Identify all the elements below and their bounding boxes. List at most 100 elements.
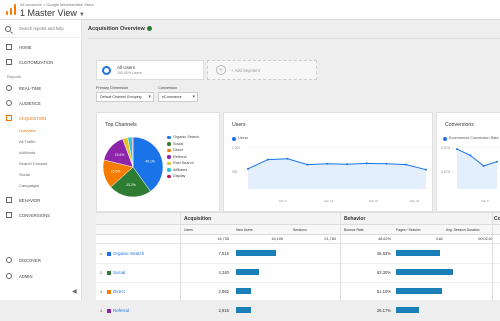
row-number: 1. xyxy=(100,252,103,256)
sidebar-item-label: CONVERSIONS xyxy=(19,213,50,218)
chevron-down-icon: ▼ xyxy=(78,12,85,18)
data-point[interactable] xyxy=(482,164,485,167)
chevron-down-icon: ▾ xyxy=(192,94,195,100)
analytics-logo-icon[interactable] xyxy=(6,4,16,15)
col-new-users[interactable]: New Users xyxy=(236,228,253,232)
data-point[interactable] xyxy=(425,168,427,171)
new-users-bar xyxy=(236,288,252,294)
chevron-down-icon: ▾ xyxy=(148,94,151,100)
conversions-series-label: Ecommerce Conversion Rate xyxy=(443,136,499,141)
users-card: Users Users 1,000 500 ... Mar 8 Mar 15 M… xyxy=(223,112,433,212)
person-icon xyxy=(6,100,12,106)
sidebar-item-audience[interactable]: AUDIENCE xyxy=(0,96,82,110)
col-users[interactable]: Users xyxy=(184,228,193,232)
sidebar-item-conversions[interactable]: CONVERSIONS xyxy=(0,208,82,222)
view-selector[interactable]: 1 Master View ▼ xyxy=(20,8,85,18)
collapse-sidebar-icon[interactable]: ◀ xyxy=(72,288,77,295)
bounce-bar xyxy=(396,307,420,313)
segment-all-users[interactable]: All Users 100.00% Users xyxy=(96,60,204,80)
primary-dimension-label: Primary Dimension xyxy=(96,86,129,90)
add-segment-button[interactable]: + + Add Segment xyxy=(207,60,317,80)
col-bounce-rate[interactable]: Bounce Rate xyxy=(344,228,364,232)
sidebar-item-acquisition[interactable]: ACQUISITION xyxy=(0,111,82,125)
users-card-title: Users xyxy=(232,122,246,128)
verified-check-icon xyxy=(146,26,152,31)
x-tick: Mar 22 xyxy=(369,199,379,203)
search-input[interactable]: Search reports and help xyxy=(19,26,64,31)
sidebar-item-behavior[interactable]: BEHAVIOR xyxy=(0,193,82,207)
data-point[interactable] xyxy=(496,160,498,163)
sidebar-search[interactable]: Search reports and help xyxy=(0,20,82,38)
sidebar-item-label: DISCOVER xyxy=(19,258,41,263)
row-color-swatch xyxy=(107,290,111,294)
conversions-card: Conversions Ecommerce Conversion Rate 0.… xyxy=(436,112,500,212)
series-dot-icon xyxy=(232,136,236,141)
row-color-swatch xyxy=(107,252,111,256)
behavior-group-header: Behavior xyxy=(344,216,366,222)
x-tick: Mar 8 xyxy=(481,199,489,203)
data-point[interactable] xyxy=(365,162,368,165)
sidebar-sub-campaigns[interactable]: Campaigns xyxy=(19,183,39,188)
sidebar-item-label: BEHAVIOR xyxy=(19,198,41,203)
row-channel-link[interactable]: Direct xyxy=(113,289,125,294)
account-breadcrumb[interactable]: All accounts > Google Merchandise Store xyxy=(20,2,94,7)
data-point[interactable] xyxy=(405,163,408,166)
data-point[interactable] xyxy=(326,162,329,165)
top-channels-legend: Organic Search Social Direct Referral Pa… xyxy=(167,135,199,181)
sidebar-sub-search-console[interactable]: Search Console xyxy=(19,161,47,166)
users-line-chart xyxy=(247,146,430,189)
top-channels-card: Top Channels 40.1% 23.2% 15.5% 15.6% Organi… xyxy=(96,112,220,212)
sidebar-item-home[interactable]: HOME xyxy=(0,40,82,54)
sidebar-item-realtime[interactable]: REAL-TIME xyxy=(0,81,82,95)
conversion-value: eCommerce xyxy=(162,95,182,99)
sidebar-item-admin[interactable]: ADMIN xyxy=(0,269,82,283)
sidebar-sub-all-traffic[interactable]: All Traffic xyxy=(19,139,35,144)
sidebar-sub-adwords[interactable]: AdWords xyxy=(19,150,35,155)
data-point[interactable] xyxy=(469,154,472,157)
segment-circle-icon xyxy=(102,66,111,75)
conversion-label: Conversion xyxy=(158,86,178,90)
pie-slice-label: 23.2% xyxy=(126,183,136,187)
bounce-bar xyxy=(396,250,441,256)
data-point[interactable] xyxy=(286,157,289,160)
grid-icon xyxy=(6,59,12,65)
conversion-select[interactable]: eCommerce ▾ xyxy=(158,92,198,102)
data-point[interactable] xyxy=(247,167,249,170)
row-number: 4. xyxy=(100,309,103,313)
primary-dimension-select[interactable]: Default Channel Grouping ▾ xyxy=(96,92,154,102)
sidebar-item-label: ADMIN xyxy=(19,274,33,279)
row-color-swatch xyxy=(107,271,111,275)
sidebar-sub-overview[interactable]: Overview xyxy=(19,128,36,133)
sidebar-sub-social[interactable]: Social xyxy=(19,172,30,177)
sidebar-item-discover[interactable]: DISCOVER xyxy=(0,253,82,267)
view-name: 1 Master View xyxy=(20,8,77,18)
data-point[interactable] xyxy=(385,162,388,165)
col-sessions[interactable]: Sessions xyxy=(293,228,307,232)
row-bounce: 63.30% xyxy=(376,270,391,275)
sidebar-item-label: ACQUISITION xyxy=(19,116,47,121)
pie-slice-label: 40.1% xyxy=(145,160,155,164)
x-tick: Mar 15 xyxy=(324,199,334,203)
x-tick: ... xyxy=(457,199,460,203)
sidebar: Search reports and help HOME CUSTOMIZATI… xyxy=(0,20,82,300)
data-point[interactable] xyxy=(266,158,269,161)
segment-percent: 100.00% Users xyxy=(117,71,142,75)
col-pages-session[interactable]: Pages / Session xyxy=(396,228,421,232)
data-point[interactable] xyxy=(456,148,458,151)
data-point[interactable] xyxy=(345,163,348,166)
sidebar-item-customization[interactable]: CUSTOMIZATION xyxy=(0,55,82,69)
row-channel-link[interactable]: Organic Search xyxy=(113,251,144,256)
total-bounce: 48.62% xyxy=(378,237,391,241)
table-column-header: Users New Users Sessions Bounce Rate Pag… xyxy=(96,225,500,235)
col-avg-session[interactable]: Avg. Session Duration xyxy=(446,228,480,232)
new-users-bar xyxy=(236,269,259,275)
total-new-users: 16,105 xyxy=(271,237,283,241)
acquisition-icon xyxy=(6,115,12,121)
top-header: All accounts > Google Merchandise Store … xyxy=(0,0,500,20)
row-channel-link[interactable]: Referral xyxy=(113,308,129,313)
data-point[interactable] xyxy=(306,163,309,166)
analytics-app: All accounts > Google Merchandise Store … xyxy=(0,0,500,321)
row-channel-link[interactable]: Social xyxy=(113,270,125,275)
lightbulb-icon xyxy=(6,257,12,263)
gear-icon xyxy=(6,273,12,279)
